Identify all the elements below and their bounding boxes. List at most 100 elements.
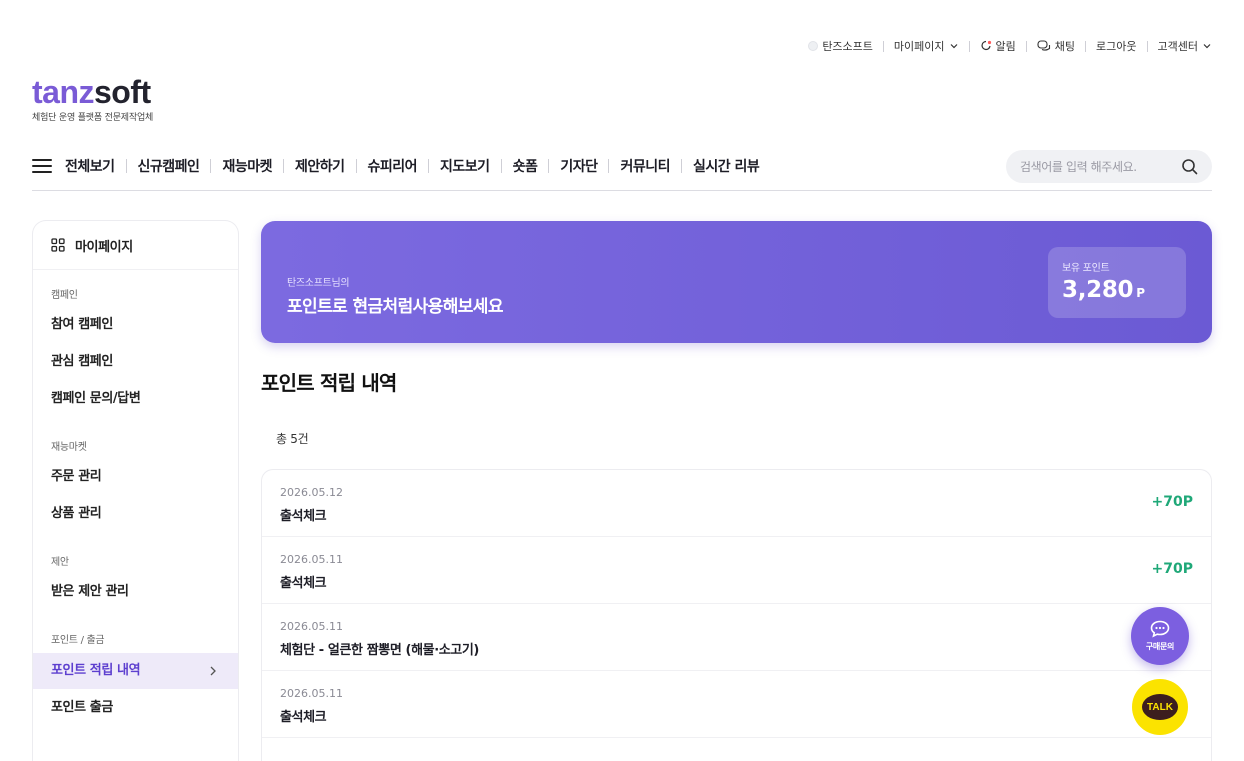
record-date: 2026.05.12 [280, 486, 343, 499]
chat-bubble-icon [1150, 620, 1170, 638]
support-label: 고객센터 [1157, 40, 1198, 53]
list-item: 2026.05.11 출석체크 +70P [262, 537, 1211, 604]
inquiry-label: 구매문의 [1145, 642, 1175, 651]
record-date: 2026.05.11 [280, 620, 343, 633]
nav-item-new-campaign[interactable]: 신규캠페인 [138, 156, 200, 176]
mypage-label: 마이페이지 [893, 40, 945, 53]
purchase-inquiry-button[interactable]: 구매문의 [1131, 607, 1189, 665]
sidebar-item-label: 포인트 적립 내역 [51, 663, 141, 678]
divider [210, 159, 212, 173]
support-dropdown[interactable]: 고객센터 [1158, 38, 1212, 54]
sidebar-item-point-history[interactable]: 포인트 적립 내역 [33, 653, 238, 689]
sidebar-section-talent-market: 재능마켓 [51, 442, 87, 453]
divider [608, 159, 610, 173]
search-box [1006, 150, 1212, 183]
mypage-dropdown[interactable]: 마이페이지 [894, 38, 959, 54]
divider [1146, 40, 1148, 52]
points-value-wrap: 3,280 P [1062, 277, 1145, 303]
nav-item-superior[interactable]: 슈피리어 [368, 156, 418, 176]
divider [355, 159, 357, 173]
hamburger-menu-icon[interactable] [32, 158, 52, 174]
bell-icon [980, 40, 991, 51]
divider [428, 159, 430, 173]
record-title: 출석체크 [280, 576, 327, 591]
logout-link[interactable]: 로그아웃 [1096, 38, 1136, 54]
logo-tagline: 체험단 운영 플랫폼 전문제작업체 [32, 113, 154, 123]
nav-item-community[interactable]: 커뮤니티 [620, 156, 670, 176]
logo-part-2: soft [94, 74, 151, 110]
divider [500, 159, 502, 173]
list-item: 2026.05.12 출석체크 +70P [262, 470, 1211, 537]
chat-label: 채팅 [1054, 40, 1076, 53]
banner-subtitle: 탄즈소프트님의 [287, 278, 350, 289]
main-nav: 전체보기 신규캠페인 재능마켓 제안하기 슈피리어 지도보기 숏폼 기자단 커뮤… [32, 150, 1212, 191]
search-input[interactable] [1020, 159, 1170, 174]
sidebar-item-product-management[interactable]: 상품 관리 [33, 496, 238, 532]
list-item: 2026.05.11 출석체크 [262, 671, 1211, 738]
chat-link[interactable]: 채팅 [1037, 38, 1075, 54]
points-banner: 탄즈소프트님의 포인트로 현금처럼사용해보세요 보유 포인트 3,280 P [261, 221, 1212, 343]
nav-item-live-review[interactable]: 실시간 리뷰 [693, 156, 760, 176]
sidebar-header: 마이페이지 [33, 221, 238, 270]
logo-wordmark: tanzsoft [32, 76, 153, 108]
sidebar-item-order-management[interactable]: 주문 관리 [33, 459, 238, 495]
site-logo[interactable]: tanzsoft 체험단 운영 플랫폼 전문제작업체 [32, 76, 153, 123]
record-count: 총 5건 [276, 432, 309, 446]
record-amount: +70P [1151, 494, 1193, 510]
sidebar-item-joined-campaigns[interactable]: 참여 캠페인 [33, 307, 238, 343]
divider [1085, 40, 1087, 52]
nav-item-propose[interactable]: 제안하기 [295, 156, 345, 176]
logout-label: 로그아웃 [1096, 40, 1137, 53]
sidebar-item-campaign-qna[interactable]: 캠페인 문의/답변 [33, 381, 238, 417]
logo-part-1: tanz [32, 74, 95, 110]
nav-item-map[interactable]: 지도보기 [440, 156, 490, 176]
points-box: 보유 포인트 3,280 P [1048, 247, 1186, 318]
list-item: 2026.05.11 체험단 - 얼큰한 짬뽕면 (해물·소고기) [262, 604, 1211, 671]
nav-item-all[interactable]: 전체보기 [65, 156, 115, 176]
nav-item-shortform[interactable]: 숏폼 [513, 156, 538, 176]
record-amount: +70P [1151, 561, 1193, 577]
divider [681, 159, 682, 173]
points-label: 보유 포인트 [1062, 263, 1110, 274]
nav-item-reporters[interactable]: 기자단 [560, 156, 598, 176]
talk-label: TALK [1147, 701, 1173, 713]
record-title: 체험단 - 얼큰한 짬뽕면 (해물·소고기) [280, 643, 479, 658]
sidebar-section-proposal: 제안 [51, 557, 69, 568]
chevron-right-icon [210, 666, 216, 676]
brand-label: 탄즈소프트 [822, 40, 873, 53]
point-history-list: 2026.05.12 출석체크 +70P 2026.05.11 출석체크 +70… [261, 469, 1212, 761]
nav-menu: 전체보기 신규캠페인 재능마켓 제안하기 슈피리어 지도보기 숏폼 기자단 커뮤… [65, 150, 760, 182]
divider [1025, 40, 1027, 52]
chevron-down-icon [1203, 44, 1211, 49]
sidebar-item-favorite-campaigns[interactable]: 관심 캠페인 [33, 344, 238, 380]
utility-bar: 탄즈소프트 마이페이지 알림 채팅 로그아웃 고객센터 [808, 38, 1212, 54]
banner-title: 포인트로 현금처럼사용해보세요 [287, 297, 503, 317]
brand-dot-icon [808, 41, 819, 51]
points-unit: P [1136, 286, 1145, 300]
divider [882, 40, 884, 52]
chat-icon [1037, 40, 1050, 51]
kakao-talk-button[interactable]: TALK [1132, 679, 1188, 735]
record-date: 2026.05.11 [280, 553, 343, 566]
brand-link[interactable]: 탄즈소프트 [808, 38, 873, 54]
sidebar-title: 마이페이지 [75, 239, 133, 255]
record-title: 출석체크 [280, 710, 327, 725]
alarm-link[interactable]: 알림 [980, 38, 1016, 54]
sidebar-section-campaign: 캠페인 [51, 290, 78, 301]
search-icon[interactable] [1181, 158, 1198, 175]
nav-item-talent-market[interactable]: 재능마켓 [222, 156, 272, 176]
record-date: 2026.05.11 [280, 687, 343, 700]
divider [548, 159, 550, 173]
grid-icon [51, 238, 65, 252]
sidebar-item-received-proposals[interactable]: 받은 제안 관리 [33, 574, 238, 610]
talk-bubble-icon: TALK [1142, 694, 1178, 720]
divider [125, 159, 127, 173]
alarm-label: 알림 [995, 40, 1016, 53]
sidebar-item-point-withdraw[interactable]: 포인트 출금 [33, 690, 238, 726]
chevron-down-icon [950, 44, 957, 49]
points-value: 3,280 [1062, 277, 1134, 303]
record-title: 출석체크 [280, 509, 327, 524]
page-title: 포인트 적립 내역 [261, 371, 397, 395]
divider [968, 40, 970, 52]
divider [282, 159, 284, 173]
